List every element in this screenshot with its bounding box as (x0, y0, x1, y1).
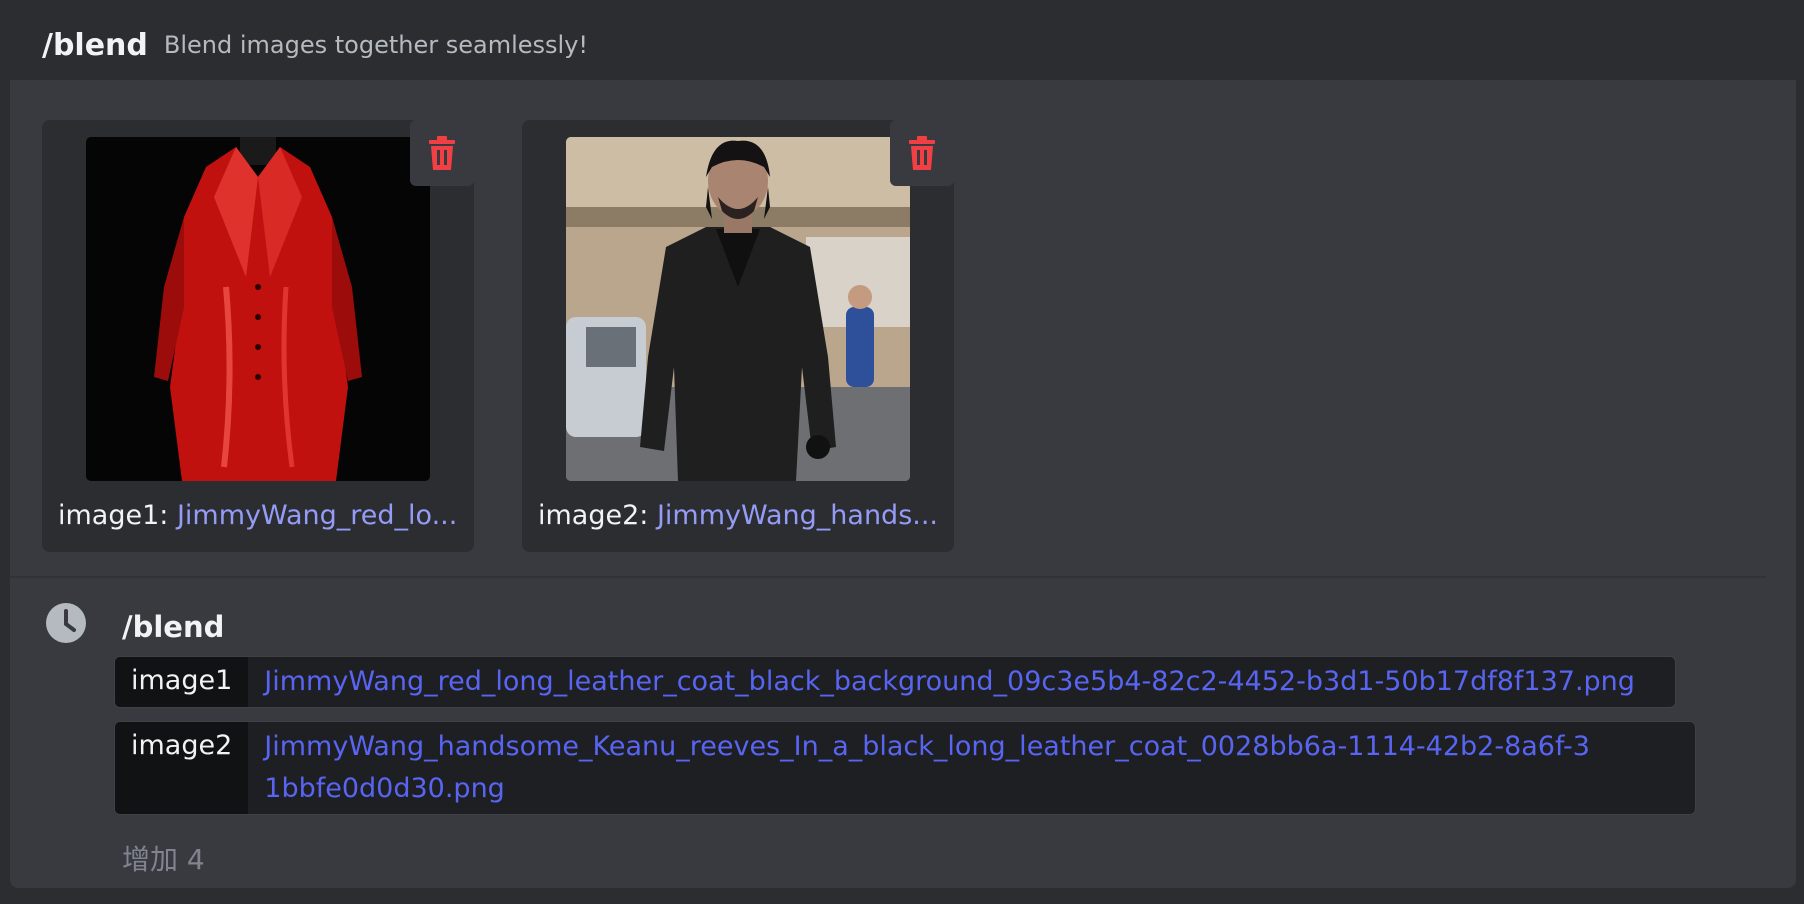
attachment-option-name: image1: (58, 500, 169, 531)
trash-icon (909, 136, 935, 170)
option-value[interactable]: JimmyWang_red_long_leather_coat_black_ba… (248, 657, 1651, 707)
option-chip-image1[interactable]: image1 JimmyWang_red_long_leather_coat_b… (114, 656, 1676, 708)
option-key: image1 (115, 657, 249, 707)
attachment-filename[interactable]: JimmyWang_red_lo... (177, 500, 457, 531)
delete-attachment-button[interactable] (890, 120, 954, 186)
attachment-option-name: image2: (538, 500, 649, 531)
attachment-card-image1: image1: JimmyWang_red_lo... (42, 120, 474, 552)
delete-attachment-button[interactable] (410, 120, 474, 186)
option-value[interactable]: JimmyWang_handsome_Keanu_reeves_In_a_bla… (248, 722, 1620, 814)
option-key: image2 (115, 722, 249, 814)
clock-icon (46, 603, 86, 643)
option-chip-image2[interactable]: image2 JimmyWang_handsome_Keanu_reeves_I… (114, 721, 1696, 815)
trash-icon (429, 136, 455, 170)
more-options-text: 增加 4 (122, 843, 205, 876)
pending-command-name: /blend (122, 610, 225, 644)
command-name: /blend (42, 27, 148, 63)
divider (10, 576, 1766, 578)
attachment-preview-red-coat (86, 137, 430, 481)
attachment-label: image1: JimmyWang_red_lo... (58, 500, 457, 531)
command-header: /blend Blend images together seamlessly! (10, 10, 1796, 80)
command-description: Blend images together seamlessly! (163, 31, 589, 59)
attachment-filename[interactable]: JimmyWang_hands... (657, 500, 938, 531)
attachment-label: image2: JimmyWang_hands... (538, 500, 938, 531)
attachment-preview-man-in-coat (566, 137, 910, 481)
attachment-card-image2: image2: JimmyWang_hands... (522, 120, 954, 552)
blend-command-panel: /blend Blend images together seamlessly! (10, 10, 1796, 888)
